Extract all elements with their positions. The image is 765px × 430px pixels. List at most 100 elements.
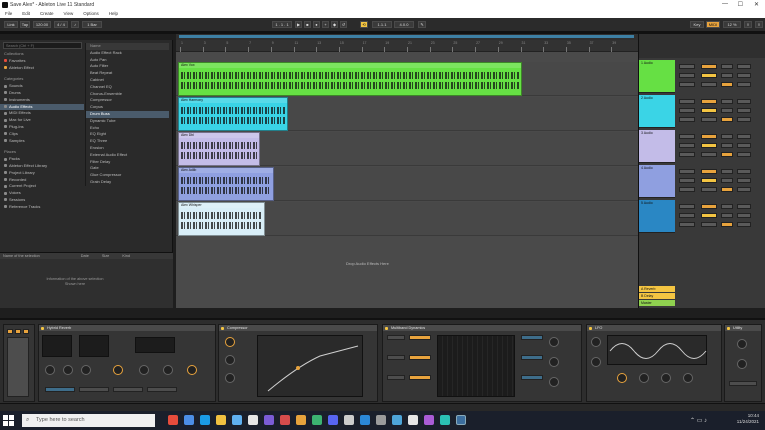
browser-item[interactable]: Cabinet [86, 77, 169, 84]
place-project-library[interactable]: Project Library [0, 170, 84, 177]
input-channel-selector[interactable] [679, 73, 695, 78]
browser-item[interactable]: Corpus [86, 104, 169, 111]
app-icon[interactable] [408, 415, 418, 425]
size-knob[interactable] [63, 365, 73, 375]
arm-button[interactable] [737, 64, 751, 69]
send-a-field[interactable] [721, 187, 733, 192]
amount-knob[interactable] [549, 357, 559, 367]
minimize-button[interactable]: — [722, 1, 728, 7]
device-multiband-dynamics[interactable]: Multiband Dynamics [382, 324, 582, 402]
input-type-selector[interactable] [679, 64, 695, 69]
input-channel-selector[interactable] [679, 178, 695, 183]
overdub-icon[interactable]: + [322, 21, 329, 28]
return-track-header[interactable]: A Reverb [639, 286, 675, 292]
input-type-selector[interactable] [679, 169, 695, 174]
output-selector[interactable] [701, 117, 717, 122]
mono-toggle[interactable] [729, 381, 757, 386]
send-field[interactable] [737, 143, 751, 148]
track-header[interactable]: 2 Audio [639, 95, 675, 128]
band-high-level[interactable] [409, 335, 431, 340]
output-selector[interactable] [701, 222, 717, 227]
monitor-selector[interactable] [679, 82, 695, 87]
input-channel-selector[interactable] [679, 143, 695, 148]
monitor-selector[interactable] [679, 152, 695, 157]
device-utility[interactable]: Utility [724, 324, 762, 402]
browser-item[interactable]: Chorus-Ensemble [86, 91, 169, 98]
browser-item[interactable]: EQ Eight [86, 131, 169, 138]
category-clips[interactable]: Clips [0, 131, 84, 138]
vintage-selector[interactable] [113, 387, 143, 392]
tempo-field[interactable]: 120.00 [33, 21, 51, 28]
band-mid-output[interactable] [521, 355, 543, 360]
track-activator[interactable] [701, 169, 717, 174]
menu-file[interactable]: File [0, 10, 17, 17]
taskbar-clock[interactable]: 10:44 11/24/2021 [737, 413, 759, 425]
input-channel-selector[interactable] [679, 108, 695, 113]
eq-selector[interactable] [79, 387, 109, 392]
gain-knob[interactable] [737, 339, 747, 349]
bass-mono-selector[interactable] [147, 387, 177, 392]
monitor-selector[interactable] [679, 222, 695, 227]
link-button[interactable]: Link [4, 21, 18, 28]
category-audio-effects[interactable]: Audio Effects [0, 103, 84, 111]
track-lane[interactable]: Alex Dbl [176, 132, 638, 166]
track-header[interactable]: 1 Audio [639, 60, 675, 93]
app-icon[interactable] [424, 415, 434, 425]
volume-field[interactable] [701, 213, 717, 218]
device-toggle[interactable] [15, 329, 21, 334]
metronome-icon[interactable]: ♪ [71, 21, 79, 28]
track-lane[interactable]: Alex Whisper [176, 202, 638, 236]
overview-bar[interactable] [179, 35, 634, 38]
send-a-field[interactable] [721, 117, 733, 122]
app-icon[interactable] [248, 415, 258, 425]
browser-item[interactable]: Channel EQ [86, 84, 169, 91]
collection-ableton-effect[interactable]: Ableton Effect [0, 65, 84, 72]
audio-clip[interactable]: Alex Harmony [178, 97, 288, 131]
send-b-field[interactable] [737, 117, 751, 122]
browser-item[interactable]: Compressor [86, 97, 169, 104]
width-knob[interactable] [737, 359, 747, 369]
stop-icon[interactable]: ■ [304, 21, 311, 28]
dry-wet-knob[interactable] [187, 365, 197, 375]
track-activator[interactable] [701, 134, 717, 139]
place-reference-tracks[interactable]: Reference Tracks [0, 204, 84, 211]
audio-clip[interactable]: Alex Whisper [178, 202, 265, 236]
browser-item[interactable]: EQ Three [86, 138, 169, 145]
arrangement-position[interactable]: 1 . 1 . 1 [272, 21, 292, 28]
brave-icon[interactable] [280, 415, 290, 425]
midi-map-button[interactable]: MIDI [706, 21, 720, 28]
send-a-field[interactable] [721, 82, 733, 87]
threshold-knob[interactable] [225, 337, 235, 347]
solo-button[interactable] [721, 134, 733, 139]
browser-search-input[interactable]: Search (Ctrl + F) [3, 42, 82, 49]
menu-create[interactable]: Create [35, 10, 59, 17]
category-instruments[interactable]: Instruments [0, 97, 84, 104]
device-hybrid-reverb[interactable]: Hybrid Reverb [38, 324, 216, 402]
arm-button[interactable] [737, 204, 751, 209]
band-low-level[interactable] [409, 375, 431, 380]
pan-field[interactable] [721, 178, 733, 183]
track-activator[interactable] [701, 64, 717, 69]
browser-item[interactable]: Erosion [86, 145, 169, 152]
input-type-selector[interactable] [679, 134, 695, 139]
file-explorer-icon[interactable] [216, 415, 226, 425]
device-macro-strip[interactable] [7, 337, 29, 397]
loop-switch-icon[interactable]: ⟲ [360, 21, 368, 28]
send-b-field[interactable] [737, 82, 751, 87]
send-field[interactable] [737, 108, 751, 113]
send-b-field[interactable] [737, 152, 751, 157]
solo-button[interactable] [721, 99, 733, 104]
phase-knob[interactable] [639, 373, 649, 383]
audio-clip[interactable]: Alex Vox [178, 62, 522, 96]
solo-button[interactable] [721, 204, 733, 209]
send-a-field[interactable] [721, 222, 733, 227]
opera-icon[interactable] [168, 415, 178, 425]
automation-arm-icon[interactable]: ◆ [331, 21, 338, 28]
arm-button[interactable] [737, 134, 751, 139]
master-track-header[interactable]: Master [639, 300, 675, 306]
category-midi-effects[interactable]: MIDI Effects [0, 110, 84, 117]
discord-icon[interactable] [328, 415, 338, 425]
browser-item[interactable]: Beat Repeat [86, 70, 169, 77]
input-type-selector[interactable] [679, 204, 695, 209]
band-low-output[interactable] [521, 375, 543, 380]
